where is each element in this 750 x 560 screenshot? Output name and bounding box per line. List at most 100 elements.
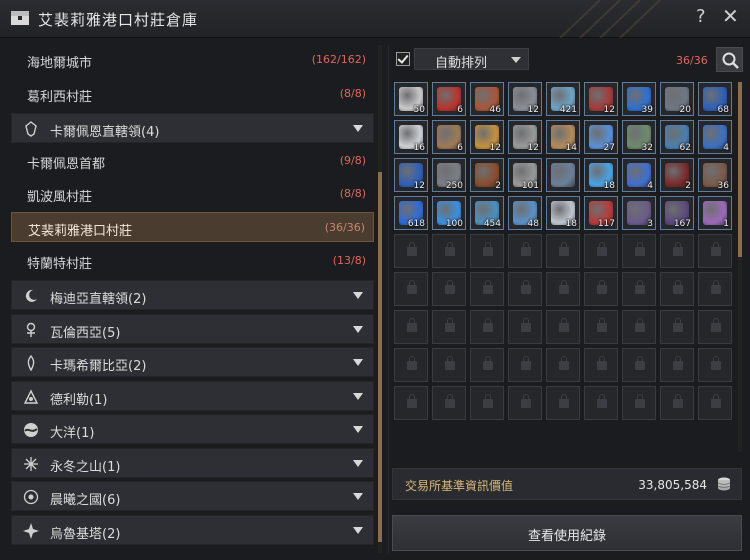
region-header[interactable]: 烏魯基塔(2) [11,515,374,545]
item-slot[interactable]: 62 [660,120,694,154]
item-slot[interactable]: 4 [622,158,656,192]
lock-icon [635,356,645,370]
help-button[interactable]: ? [696,6,706,27]
item-slot[interactable]: 1 [698,196,732,230]
town-name: 凱波風村莊 [27,190,93,205]
region-header[interactable]: 晨曦之國(6) [11,481,374,511]
item-slot[interactable]: 39 [622,82,656,116]
lock-icon [635,280,645,294]
lock-icon [407,280,417,294]
locked-slot [584,348,618,382]
item-slot[interactable]: 20 [660,82,694,116]
region-header[interactable]: 大洋(1) [11,414,374,444]
lock-icon [673,394,683,408]
town-name: 特蘭特村莊 [27,257,93,272]
lock-icon [635,318,645,332]
warehouse-list: 海地爾城市 (162/162) 葛利西村莊 (8/8) 卡爾佩恩直轄領(4) 卡… [8,45,385,553]
town-row-selected[interactable]: 艾裴莉雅港口村莊 (36/36) [11,212,374,242]
item-slot[interactable]: 2 [660,158,694,192]
grid-scrollbar[interactable] [738,82,742,452]
item-quantity: 18 [603,181,615,191]
item-slot[interactable]: 14 [546,120,580,154]
locked-slot [546,310,580,344]
item-slot[interactable]: 250 [432,158,466,192]
town-row[interactable]: 葛利西村莊 (8/8) [11,79,374,109]
item-slot[interactable]: 167 [660,196,694,230]
lock-icon [597,356,607,370]
town-row[interactable]: 海地爾城市 (162/162) [11,45,374,75]
lock-icon [711,356,721,370]
town-row[interactable]: 凱波風村莊 (8/8) [11,179,374,209]
item-slot[interactable]: 46 [470,82,504,116]
grid-scrollbar-thumb[interactable] [738,82,742,257]
item-slot[interactable]: 100 [432,196,466,230]
locked-slot [622,348,656,382]
item-slot[interactable]: 48 [508,196,542,230]
item-quantity: 12 [413,181,425,191]
town-count: (36/36) [324,221,365,234]
view-history-button[interactable]: 查看使用紀錄 [392,515,742,551]
item-slot[interactable]: 32 [622,120,656,154]
item-quantity: 6 [457,143,463,153]
region-header[interactable]: 德利勒(1) [11,381,374,411]
region-header[interactable]: 梅迪亞直轄領(2) [11,280,374,310]
silver-coins-icon [717,477,731,491]
item-slot[interactable]: 12 [508,120,542,154]
region-header[interactable]: 卡爾佩恩直轄領(4) [11,113,374,143]
lock-icon [483,318,493,332]
item-quantity: 101 [521,181,539,191]
item-slot[interactable]: 4 [698,120,732,154]
locked-slot [508,386,542,420]
item-slot[interactable]: 6 [432,120,466,154]
item-quantity: 618 [407,219,425,229]
item-slot[interactable]: 2 [470,158,504,192]
item-slot[interactable]: 618 [394,196,428,230]
town-row[interactable]: 特蘭特村莊 (13/8) [11,246,374,276]
lock-icon [407,318,417,332]
lock-icon [407,242,417,256]
item-slot[interactable]: 12 [508,82,542,116]
item-slot[interactable]: 68 [698,82,732,116]
title-bar: 艾裴莉雅港口村莊倉庫 ? ✕ [0,0,750,38]
item-slot[interactable]: 12 [584,82,618,116]
locked-slot [470,234,504,268]
item-slot[interactable]: 18 [584,158,618,192]
list-scrollbar-thumb[interactable] [378,172,382,542]
lock-icon [407,356,417,370]
lock-icon [559,356,569,370]
auto-sort-checkbox[interactable] [396,52,410,66]
item-slot[interactable]: 18 [546,196,580,230]
item-slot[interactable]: 27 [584,120,618,154]
item-quantity: 454 [483,219,501,229]
region-header[interactable]: 瓦倫西亞(5) [11,314,374,344]
item-slot[interactable]: 6 [432,82,466,116]
region-name: 大洋(1) [50,426,95,441]
region-header[interactable]: 永冬之山(1) [11,448,374,478]
item-quantity: 4 [647,181,653,191]
item-slot[interactable]: 50 [394,82,428,116]
item-slot[interactable]: 117 [584,196,618,230]
region-header[interactable]: 卡瑪希爾比亞(2) [11,347,374,377]
item-slot[interactable]: 454 [470,196,504,230]
item-slot[interactable] [546,158,580,192]
sort-dropdown[interactable]: 自動排列 [414,48,529,71]
close-button[interactable]: ✕ [722,4,739,28]
item-slot[interactable]: 3 [622,196,656,230]
item-slot[interactable]: 36 [698,158,732,192]
lock-icon [597,280,607,294]
item-slot[interactable]: 421 [546,82,580,116]
locked-slot [470,386,504,420]
item-slot[interactable]: 16 [394,120,428,154]
item-slot[interactable]: 101 [508,158,542,192]
trade-value-bar: 交易所基準資訊價值 33,805,584 [392,468,742,500]
search-button[interactable] [716,47,743,72]
locked-slot [660,386,694,420]
town-row[interactable]: 卡爾佩恩首都 (9/8) [11,146,374,176]
item-slot[interactable]: 12 [394,158,428,192]
item-slot[interactable]: 12 [470,120,504,154]
lock-icon [597,394,607,408]
chevron-down-icon [353,326,363,333]
locked-slot [394,310,428,344]
flame-icon [27,354,35,372]
item-quantity: 27 [603,143,615,153]
